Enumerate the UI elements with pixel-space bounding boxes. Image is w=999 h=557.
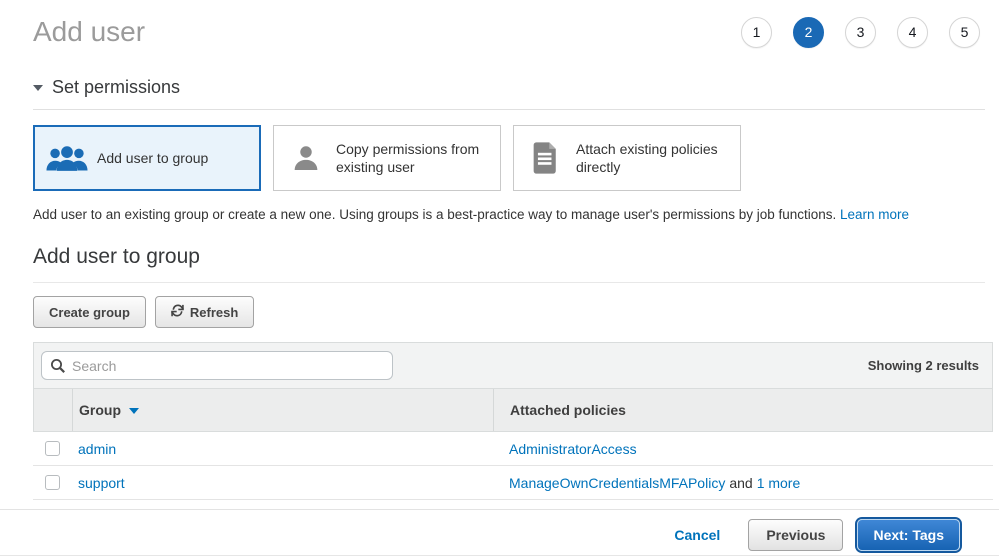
refresh-button[interactable]: Refresh [155,296,254,328]
groups-table: Showing 2 results Group Attached policie… [33,342,993,500]
card-attach-policies[interactable]: Attach existing policies directly [513,125,741,191]
column-header-attached-policies: Attached policies [494,389,992,431]
user-icon [284,143,328,173]
card-label: Copy permissions from existing user [336,140,490,176]
card-label: Add user to group [97,149,208,167]
search-box [41,351,393,380]
learn-more-link[interactable]: Learn more [840,207,909,222]
policies-column-label: Attached policies [510,402,626,418]
permission-option-cards: Add user to group Copy permissions from … [33,125,985,191]
table-header-row: Group Attached policies [33,388,993,432]
row-checkbox-cell [33,441,72,456]
page-title: Add user [33,16,145,48]
step-5[interactable]: 5 [949,17,980,48]
create-group-button[interactable]: Create group [33,296,146,328]
policies-cell: AdministratorAccess [493,441,993,457]
page-bottom-border [0,555,999,556]
group-column-label: Group [79,402,121,418]
search-input[interactable] [72,358,384,374]
section-title: Set permissions [52,77,180,98]
search-icon [50,358,66,374]
refresh-label: Refresh [190,305,238,320]
header-checkbox-column [34,389,73,431]
document-icon [524,142,568,174]
group-cell: support [72,475,493,491]
column-header-group[interactable]: Group [73,389,494,431]
card-copy-permissions[interactable]: Copy permissions from existing user [273,125,501,191]
row-checkbox[interactable] [45,441,60,456]
wizard-header: Add user 1 2 3 4 5 [0,0,999,48]
group-link[interactable]: admin [78,441,116,457]
row-checkbox-cell [33,475,72,490]
collapse-caret-icon [33,85,43,91]
create-group-label: Create group [49,305,130,320]
wizard-footer: Cancel Previous Next: Tags [0,510,999,551]
step-4[interactable]: 4 [897,17,928,48]
users-group-icon [45,143,89,173]
previous-button[interactable]: Previous [748,519,843,551]
next-tags-button[interactable]: Next: Tags [857,519,960,551]
row-checkbox[interactable] [45,475,60,490]
cancel-link[interactable]: Cancel [674,527,720,543]
group-link[interactable]: support [78,475,125,491]
description-text: Add user to an existing group or create … [33,207,836,222]
table-toolbar: Showing 2 results [33,342,993,388]
card-label: Attach existing policies directly [576,140,730,176]
more-policies-link[interactable]: 1 more [757,475,801,491]
wizard-step-indicator: 1 2 3 4 5 [741,17,980,48]
results-summary: Showing 2 results [868,358,985,373]
step-2-active[interactable]: 2 [793,17,824,48]
group-cell: admin [72,441,493,457]
sort-descending-icon [129,408,139,414]
policy-link[interactable]: ManageOwnCredentialsMFAPolicy [509,475,725,491]
table-row: support ManageOwnCredentialsMFAPolicy an… [33,466,993,500]
step-1[interactable]: 1 [741,17,772,48]
table-action-buttons: Create group Refresh [33,296,999,328]
add-user-to-group-heading: Add user to group [33,245,985,283]
set-permissions-section-header[interactable]: Set permissions [33,77,985,110]
policy-joiner-text: and [729,475,752,491]
card-add-user-to-group[interactable]: Add user to group [33,125,261,191]
policies-cell: ManageOwnCredentialsMFAPolicy and 1 more [493,475,993,491]
policy-link[interactable]: AdministratorAccess [509,441,637,457]
section-description: Add user to an existing group or create … [33,206,985,223]
step-3[interactable]: 3 [845,17,876,48]
refresh-icon [171,304,184,320]
table-row: admin AdministratorAccess [33,432,993,466]
